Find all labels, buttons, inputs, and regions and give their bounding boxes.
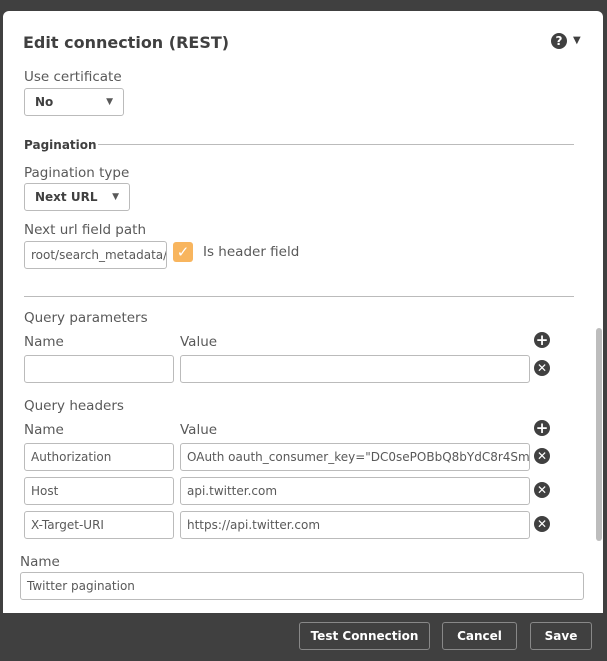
pagination-type-select[interactable]: Next URL ▼ <box>24 183 130 211</box>
select-value: No <box>35 95 54 109</box>
header-name-input[interactable]: Authorization <box>24 443 174 471</box>
connection-name-label: Name <box>20 554 60 570</box>
param-name-input[interactable] <box>24 355 174 383</box>
is-header-field-label: Is header field <box>203 244 300 260</box>
remove-icon[interactable]: ✕ <box>534 482 550 498</box>
cancel-button[interactable]: Cancel <box>442 622 517 650</box>
header-value-input[interactable]: https://api.twitter.com <box>180 511 530 539</box>
name-column-header: Name <box>24 422 64 438</box>
dialog-title: Edit connection (REST) <box>23 33 230 52</box>
use-certificate-select[interactable]: No ▼ <box>24 88 124 116</box>
help-icon[interactable]: ? <box>551 33 567 49</box>
select-value: Next URL <box>35 190 98 204</box>
edit-connection-dialog: Edit connection (REST) ? ▼ Use certifica… <box>3 11 603 613</box>
use-certificate-label: Use certificate <box>24 69 122 85</box>
header-value-input[interactable]: OAuth oauth_consumer_key="DC0sePOBbQ8bYd… <box>180 443 530 471</box>
header-name-input[interactable]: Host <box>24 477 174 505</box>
remove-icon[interactable]: ✕ <box>534 360 550 376</box>
save-button[interactable]: Save <box>530 622 592 650</box>
query-parameters-label: Query parameters <box>24 310 148 326</box>
divider <box>98 144 574 145</box>
pagination-type-label: Pagination type <box>24 165 130 181</box>
check-icon: ✓ <box>176 243 190 261</box>
remove-icon[interactable]: ✕ <box>534 516 550 532</box>
chevron-down-icon: ▼ <box>112 192 119 202</box>
connection-name-input[interactable]: Twitter pagination <box>20 572 584 600</box>
header-value-input[interactable]: api.twitter.com <box>180 477 530 505</box>
value-column-header: Value <box>180 334 218 350</box>
add-header-icon[interactable]: + <box>534 420 550 436</box>
header-name-input[interactable]: X-Target-URI <box>24 511 174 539</box>
param-value-input[interactable] <box>180 355 530 383</box>
query-headers-label: Query headers <box>24 398 124 414</box>
test-connection-button[interactable]: Test Connection <box>299 622 430 650</box>
next-url-path-input[interactable]: root/search_metadata/ <box>24 241 167 269</box>
chevron-down-icon: ▼ <box>106 97 113 107</box>
caret-down-icon[interactable]: ▼ <box>573 35 581 46</box>
pagination-section-title: Pagination <box>24 138 97 152</box>
add-parameter-icon[interactable]: + <box>534 332 550 348</box>
next-url-path-label: Next url field path <box>24 222 147 238</box>
value-column-header: Value <box>180 422 218 438</box>
divider <box>24 296 574 297</box>
remove-icon[interactable]: ✕ <box>534 448 550 464</box>
name-column-header: Name <box>24 334 64 350</box>
scrollbar[interactable] <box>596 328 602 541</box>
is-header-field-checkbox[interactable]: ✓ <box>173 242 193 262</box>
